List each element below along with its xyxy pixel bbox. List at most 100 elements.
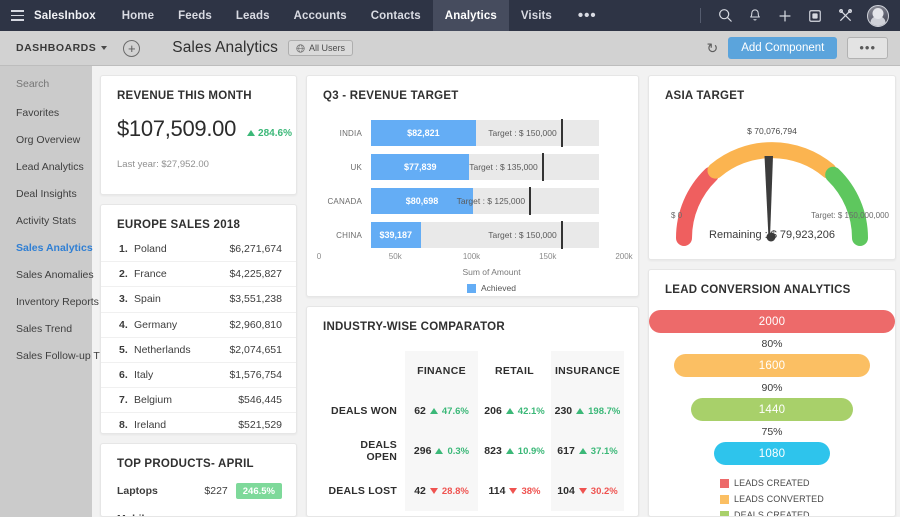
list-item[interactable]: 8.Ireland$521,529 bbox=[101, 413, 296, 437]
tools-icon[interactable] bbox=[837, 8, 853, 24]
nav-item-feeds[interactable]: Feeds bbox=[166, 0, 224, 31]
hamburger-menu-icon[interactable] bbox=[0, 0, 34, 31]
chevron-down-icon bbox=[101, 46, 107, 50]
notes-icon[interactable] bbox=[807, 8, 823, 24]
legend-item[interactable]: LEADS CREATED bbox=[720, 478, 824, 488]
triangle-down-icon bbox=[509, 488, 517, 494]
legend-label: LEADS CREATED bbox=[734, 478, 810, 488]
list-item[interactable]: 2.France$4,225,827 bbox=[101, 262, 296, 287]
list-item[interactable]: Mobile Phones $163 97.8% bbox=[101, 506, 296, 517]
top-navigation-bar: SalesInbox Home Feeds Leads Accounts Con… bbox=[0, 0, 900, 31]
nav-item-home[interactable]: Home bbox=[110, 0, 166, 31]
legend-item[interactable]: DEALS CREATED bbox=[720, 510, 824, 517]
chart-x-axis: 050k100k150k200k bbox=[319, 252, 624, 266]
list-item[interactable]: 1.Poland$6,271,674 bbox=[101, 237, 296, 262]
nav-item-accounts[interactable]: Accounts bbox=[282, 0, 359, 31]
bullet-value-bar: $82,821 bbox=[371, 120, 476, 146]
brand-label[interactable]: SalesInbox bbox=[34, 0, 110, 31]
list-item[interactable]: Laptops $227 246.5% bbox=[101, 476, 296, 506]
amount: $3,551,238 bbox=[229, 293, 282, 305]
sidebar-item-sales-anomalies[interactable]: Sales Anomalies bbox=[0, 261, 92, 288]
funnel-bar: 2000 bbox=[649, 310, 895, 333]
sidebar-item-activity-stats[interactable]: Activity Stats bbox=[0, 207, 92, 234]
scope-badge[interactable]: All Users bbox=[288, 40, 353, 56]
sidebar-item-org-overview[interactable]: Org Overview bbox=[0, 126, 92, 153]
nav-item-contacts[interactable]: Contacts bbox=[359, 0, 433, 31]
cell-value: 617 bbox=[557, 445, 575, 457]
sidebar-item-deal-insights[interactable]: Deal Insights bbox=[0, 180, 92, 207]
list-item[interactable]: 6.Italy$1,576,754 bbox=[101, 363, 296, 388]
plus-icon[interactable] bbox=[777, 8, 793, 24]
add-component-button[interactable]: Add Component bbox=[728, 37, 837, 59]
add-dashboard-button[interactable]: + bbox=[123, 40, 140, 57]
table-cell: 11438% bbox=[478, 471, 551, 511]
refresh-icon[interactable]: ↻ bbox=[706, 41, 718, 55]
sidebar-item-inventory-reports[interactable]: Inventory Reports bbox=[0, 288, 92, 315]
amount: $521,529 bbox=[238, 419, 282, 431]
rank: 7. bbox=[119, 394, 134, 406]
cell-delta: 0.3% bbox=[447, 446, 469, 457]
x-tick-label: 200k bbox=[615, 252, 632, 261]
gauge-min-label: $ 0 bbox=[671, 211, 682, 220]
funnel-bar: 1080 bbox=[714, 442, 830, 465]
sidebar-item-sales-followup[interactable]: Sales Follow-up T bbox=[0, 342, 92, 369]
cell-value: 62 bbox=[414, 405, 426, 417]
rank: 1. bbox=[119, 243, 134, 255]
bell-icon[interactable] bbox=[747, 8, 763, 24]
legend-item[interactable]: LEADS CONVERTED bbox=[720, 494, 824, 504]
country-name: Italy bbox=[134, 369, 229, 381]
comparator-row-labels: DEALS WON DEALSOPEN DEALS LOST bbox=[317, 351, 405, 511]
legend-swatch bbox=[720, 511, 729, 517]
sidebar-item-lead-analytics[interactable]: Lead Analytics bbox=[0, 153, 92, 180]
card-title: REVENUE THIS MONTH bbox=[101, 76, 296, 102]
x-tick-label: 100k bbox=[463, 252, 480, 261]
bullet-target-label: Target : $ 150,000 bbox=[488, 230, 561, 240]
sidebar-item-sales-trend[interactable]: Sales Trend bbox=[0, 315, 92, 342]
country-name: Belgium bbox=[134, 394, 238, 406]
bullet-value-bar: $77,839 bbox=[371, 154, 469, 180]
cell-delta: 47.6% bbox=[442, 406, 469, 417]
bullet-row: CANADA$80,698Target : $ 125,000 bbox=[319, 184, 624, 218]
card-title: LEAD CONVERSION ANALYTICS bbox=[649, 270, 895, 296]
nav-item-leads[interactable]: Leads bbox=[224, 0, 282, 31]
amount: $2,960,810 bbox=[229, 319, 282, 331]
list-item[interactable]: 5.Netherlands$2,074,651 bbox=[101, 338, 296, 363]
comparator-column-finance: FINANCE 6247.6% 2960.3% 4228.8% bbox=[405, 351, 478, 511]
nav-item-visits[interactable]: Visits bbox=[509, 0, 564, 31]
bullet-category-label: UK bbox=[319, 163, 371, 172]
q3-revenue-target-card: Q3 - REVENUE TARGET INDIA$82,821Target :… bbox=[306, 75, 639, 297]
cell-delta: 10.9% bbox=[518, 446, 545, 457]
card-title: INDUSTRY-WISE COMPARATOR bbox=[307, 307, 638, 333]
avatar[interactable] bbox=[867, 5, 889, 27]
bullet-target-marker bbox=[561, 221, 563, 249]
nav-item-analytics[interactable]: Analytics bbox=[433, 0, 509, 31]
comparator-table: DEALS WON DEALSOPEN DEALS LOST FINANCE 6… bbox=[307, 333, 638, 511]
cell-value: 104 bbox=[557, 485, 575, 497]
rank: 4. bbox=[119, 319, 134, 331]
table-cell: 61737.1% bbox=[551, 431, 624, 471]
sidebar-item-favorites[interactable]: Favorites bbox=[0, 99, 92, 126]
comparator-column-retail: RETAIL 20642.1% 82310.9% 11438% bbox=[478, 351, 551, 511]
nav-overflow-button[interactable]: ••• bbox=[564, 0, 611, 31]
bullet-rows: INDIA$82,821Target : $ 150,000UK$77,839T… bbox=[319, 116, 624, 252]
gauge-value-label: $ 70,076,794 bbox=[747, 126, 797, 136]
list-item[interactable]: 4.Germany$2,960,810 bbox=[101, 313, 296, 338]
more-options-button[interactable]: ••• bbox=[847, 37, 888, 59]
list-item[interactable]: 3.Spain$3,551,238 bbox=[101, 287, 296, 312]
dashboards-dropdown[interactable]: DASHBOARDS bbox=[0, 42, 107, 54]
triangle-up-icon bbox=[579, 448, 587, 454]
card-title: ASIA TARGET bbox=[649, 76, 895, 102]
amount: $2,074,651 bbox=[229, 344, 282, 356]
bullet-target-label: Target : $ 150,000 bbox=[488, 128, 561, 138]
search-input[interactable] bbox=[0, 76, 92, 99]
column-header: INSURANCE bbox=[551, 351, 624, 391]
sidebar-item-sales-analytics[interactable]: Sales Analytics bbox=[0, 234, 92, 261]
list-item[interactable]: 7.Belgium$546,445 bbox=[101, 388, 296, 413]
revenue-last-year: Last year: $27,952.00 bbox=[101, 142, 296, 170]
search-icon[interactable] bbox=[717, 8, 733, 24]
bullet-track-wrapper: $80,698Target : $ 125,000 bbox=[371, 188, 624, 214]
cell-delta: 198.7% bbox=[588, 406, 620, 417]
cell-delta: 38% bbox=[521, 486, 540, 497]
europe-sales-card: EUROPE SALES 2018 1.Poland$6,271,674 2.F… bbox=[100, 204, 297, 434]
body-wrapper: Favorites Org Overview Lead Analytics De… bbox=[0, 66, 900, 517]
